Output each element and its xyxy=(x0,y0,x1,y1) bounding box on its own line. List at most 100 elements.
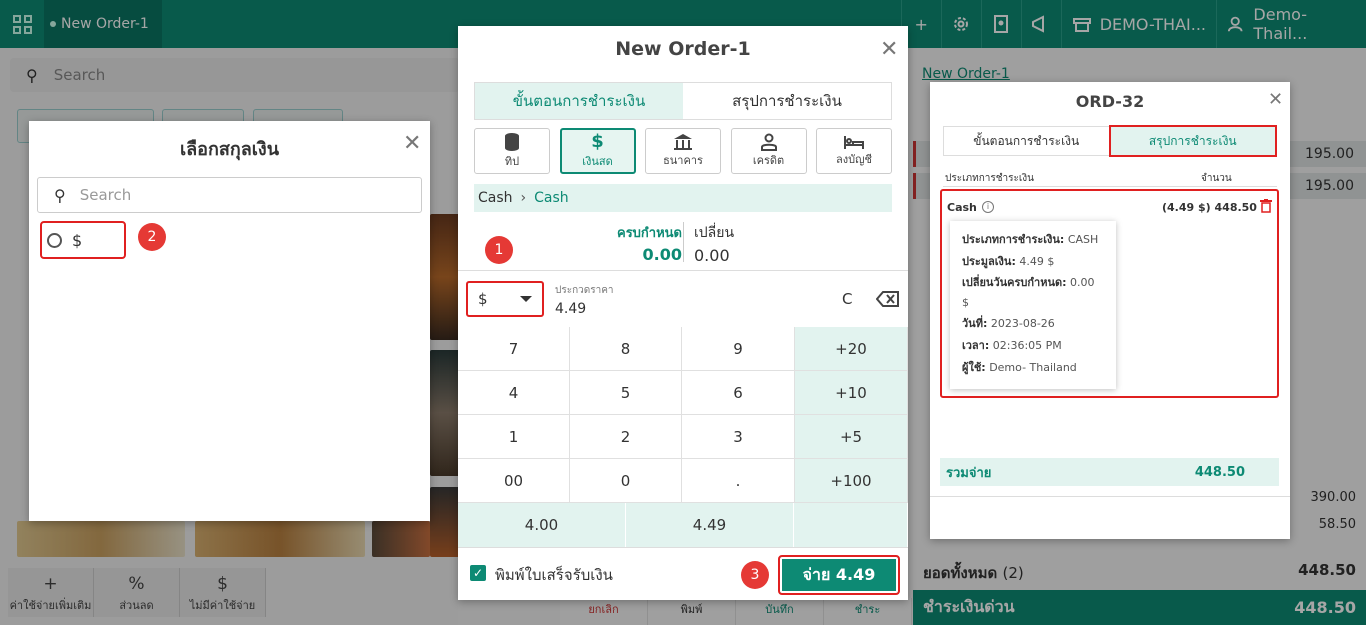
close-icon[interactable]: ✕ xyxy=(403,133,421,155)
currency-select[interactable]: $ xyxy=(466,281,544,317)
key-9[interactable]: 9 xyxy=(682,327,795,371)
dollar-icon: $ xyxy=(591,131,604,152)
key-1[interactable]: 1 xyxy=(458,415,570,459)
search-icon: ⚲ xyxy=(54,185,66,205)
method-label: ทิป xyxy=(504,155,520,168)
currency-option[interactable]: $ xyxy=(40,221,126,259)
coins-icon xyxy=(505,133,519,151)
print-row: ✓ พิมพ์ใบเสร็จรับเงิน จ่าย 4.49 xyxy=(458,547,908,600)
step-marker-3: 3 xyxy=(741,561,769,589)
key-8[interactable]: 8 xyxy=(570,327,682,371)
print-receipt-checkbox[interactable]: ✓ xyxy=(470,565,486,581)
receipt-modal: ORD-32 ✕ ขั้นตอนการชำระเงิน สรุปการชำระเ… xyxy=(930,82,1290,539)
payment-modal: New Order-1 ✕ ขั้นตอนการชำระเงิน สรุปการ… xyxy=(458,26,908,600)
tooltip-row: เวลา: 02:36:05 PM xyxy=(962,335,1104,357)
bank-icon xyxy=(674,134,692,150)
tooltip-value: 4.49 $ xyxy=(1019,255,1055,268)
pay-button[interactable]: จ่าย 4.49 xyxy=(778,555,900,595)
payment-methods: ทิป $ เงินสด ธนาคาร เครดิต ลงบัญชี xyxy=(474,128,892,174)
due-value: 0.00 xyxy=(642,245,682,264)
method-label: ลงบัญชี xyxy=(836,153,872,166)
tooltip-value: 02:36:05 PM xyxy=(992,339,1062,352)
method-bank[interactable]: ธนาคาร xyxy=(645,128,721,174)
amount-input[interactable]: 4.49 xyxy=(555,301,586,317)
tab-payment-summary[interactable]: สรุปการชำระเงิน xyxy=(1108,125,1277,157)
column-header-type: ประเภทการชำระเงิน xyxy=(945,173,1035,184)
receipt-tabs: ขั้นตอนการชำระเงิน สรุปการชำระเงิน xyxy=(943,125,1277,157)
tooltip-value: Demo- Thailand xyxy=(989,361,1077,374)
tooltip-key: ผู้ใช้: xyxy=(962,361,986,374)
change-label: เปลี่ยน xyxy=(694,225,735,241)
method-label: เงินสด xyxy=(582,155,613,168)
tooltip-row: เปลี่ยนวันครบกำหนด: 0.00 $ xyxy=(962,273,1104,313)
key-3[interactable]: 3 xyxy=(682,415,795,459)
divider xyxy=(943,186,1277,187)
tooltip-key: เปลี่ยนวันครบกำหนด: xyxy=(962,276,1067,289)
quick-amount-button[interactable] xyxy=(794,503,908,547)
due-block: ครบกำหนด 0.00 xyxy=(606,222,682,264)
tooltip-row: วันที่: 2023-08-26 xyxy=(962,313,1104,335)
method-credit[interactable]: เครดิต xyxy=(730,128,807,174)
payment-amount: (4.49 $) 448.50 xyxy=(1162,201,1257,214)
currency-modal: เลือกสกุลเงิน ✕ ⚲ Search $ xyxy=(29,121,430,521)
receipt-modal-title: ORD-32 xyxy=(1075,92,1145,111)
close-icon[interactable]: ✕ xyxy=(880,39,898,61)
key-7[interactable]: 7 xyxy=(458,327,570,371)
key-2[interactable]: 2 xyxy=(570,415,682,459)
print-receipt-label[interactable]: พิมพ์ใบเสร็จรับเงิน xyxy=(495,563,613,587)
key-4[interactable]: 4 xyxy=(458,371,570,415)
key-0[interactable]: 0 xyxy=(570,459,682,503)
method-label: เครดิต xyxy=(752,154,785,167)
currency-modal-title: เลือกสกุลเงิน xyxy=(179,139,280,160)
divider xyxy=(683,222,684,262)
divider xyxy=(930,496,1290,497)
receipt-total: รวมจ่าย 448.50 xyxy=(940,458,1279,486)
quick-amounts: 4.00 4.49 xyxy=(458,503,908,547)
tooltip-key: ประเภทการชำระเงิน: xyxy=(962,233,1065,246)
tab-payment-steps[interactable]: ขั้นตอนการชำระเงิน xyxy=(475,83,683,119)
key-5[interactable]: 5 xyxy=(570,371,682,415)
key-plus-20[interactable]: +20 xyxy=(795,327,908,371)
receipt-total-label: รวมจ่าย xyxy=(946,465,992,481)
keypad: 7 8 9 +20 4 5 6 +10 1 2 3 +5 00 0 . +100 xyxy=(458,327,908,503)
close-icon[interactable]: ✕ xyxy=(1268,91,1283,109)
method-cash[interactable]: $ เงินสด xyxy=(559,128,636,174)
method-room-charge[interactable]: ลงบัญชี xyxy=(816,128,892,174)
payment-modal-title: New Order-1 xyxy=(615,38,751,60)
currency-select-value: $ xyxy=(478,290,488,308)
chevron-right-icon: › xyxy=(520,190,527,206)
breadcrumb-current: Cash xyxy=(534,190,569,206)
method-tip[interactable]: ทิป xyxy=(474,128,550,174)
quick-amount-button[interactable]: 4.49 xyxy=(626,503,794,547)
bed-icon xyxy=(844,136,864,149)
key-00[interactable]: 00 xyxy=(458,459,570,503)
tooltip-key: ประมูลเงิน: xyxy=(962,255,1016,268)
info-icon[interactable]: i xyxy=(982,201,994,213)
tooltip-row: ประเภทการชำระเงิน: CASH xyxy=(962,229,1104,251)
clear-button[interactable]: C xyxy=(842,290,852,308)
key-6[interactable]: 6 xyxy=(682,371,795,415)
key-plus-10[interactable]: +10 xyxy=(795,371,908,415)
radio-button[interactable] xyxy=(47,232,62,248)
currency-search-input[interactable]: ⚲ Search xyxy=(37,177,422,213)
step-marker-2: 2 xyxy=(138,223,166,251)
key-dot[interactable]: . xyxy=(682,459,795,503)
tooltip-value: 2023-08-26 xyxy=(990,317,1055,330)
change-value: 0.00 xyxy=(694,246,730,265)
payment-tabs: ขั้นตอนการชำระเงิน สรุปการชำระเงิน xyxy=(474,82,892,120)
tab-payment-summary[interactable]: สรุปการชำระเงิน xyxy=(683,83,891,119)
tab-payment-steps[interactable]: ขั้นตอนการชำระเงิน xyxy=(944,127,1109,155)
receipt-total-value: 448.50 xyxy=(1194,464,1245,480)
trash-icon[interactable] xyxy=(1260,199,1272,213)
currency-search-placeholder: Search xyxy=(79,186,132,204)
quick-amount-button[interactable]: 4.00 xyxy=(458,503,626,547)
tooltip-key: เวลา: xyxy=(962,339,990,352)
caret-down-icon xyxy=(520,296,532,302)
change-block: เปลี่ยน 0.00 xyxy=(694,222,734,265)
due-label: ครบกำหนด xyxy=(617,226,682,241)
key-plus-5[interactable]: +5 xyxy=(795,415,908,459)
backspace-icon[interactable] xyxy=(876,290,900,308)
currency-option-label: $ xyxy=(72,230,83,250)
breadcrumb-item[interactable]: Cash xyxy=(478,190,513,206)
key-plus-100[interactable]: +100 xyxy=(795,459,908,503)
